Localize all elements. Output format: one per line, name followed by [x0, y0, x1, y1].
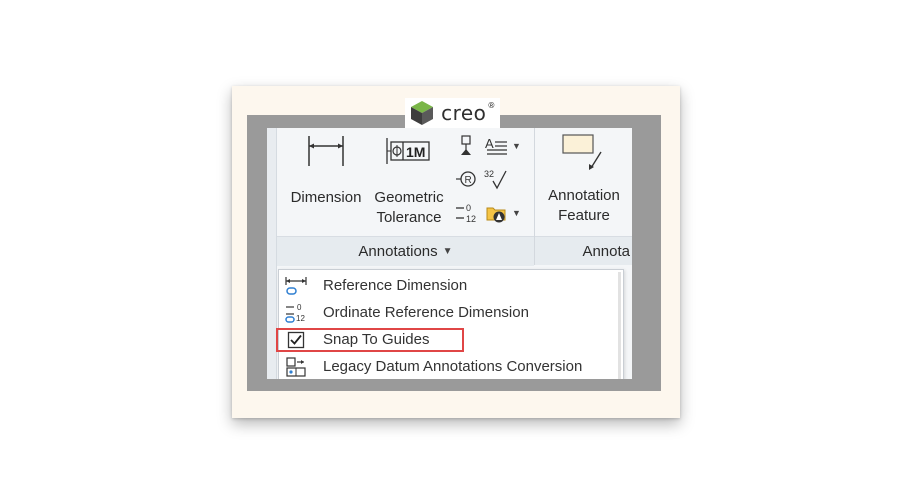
geometric-tolerance-label-line2: Tolerance	[376, 209, 442, 226]
legacy-datum-conversion-icon	[281, 353, 311, 379]
svg-text:0: 0	[466, 203, 471, 213]
menu-item-legacy-datum-annotations-conversion[interactable]: Legacy Datum Annotations Conversion	[279, 353, 623, 379]
menu-item-label: Legacy Datum Annotations Conversion	[323, 358, 583, 375]
ordinate-dimension-button[interactable]: 0 12	[454, 200, 480, 226]
dimension-icon	[308, 136, 344, 166]
ordinate-reference-dimension-icon: 0 12	[281, 299, 311, 326]
stage: creo® Dimension 1M Geometric Tolerance R…	[0, 0, 906, 503]
snap-to-guides-highlight-box	[276, 328, 464, 352]
svg-text:1M: 1M	[406, 144, 425, 160]
surface-finish-icon: 32	[484, 169, 507, 190]
svg-text:32: 32	[484, 169, 494, 179]
annota-group-label: Annota	[582, 242, 630, 260]
manage-annotations-button[interactable]: ▼	[483, 200, 523, 226]
geometric-tolerance-label-line1: Geometric	[374, 189, 444, 206]
note-dropdown-icon[interactable]: ▼	[512, 141, 521, 151]
svg-text:0: 0	[297, 303, 302, 312]
annotation-feature-button[interactable]: Annotation Feature	[539, 132, 629, 226]
datum-target-button[interactable]	[454, 134, 478, 158]
menu-item-reference-dimension[interactable]: Reference Dimension	[279, 272, 623, 299]
note-button[interactable]: A ▼	[483, 134, 523, 158]
creo-logo: creo®	[405, 98, 500, 128]
ribbon: Dimension 1M Geometric Tolerance R 0 12 …	[267, 128, 632, 379]
folder-annotation-icon	[486, 207, 506, 223]
caret-down-icon: ▼	[442, 246, 453, 257]
menu-item-label: Reference Dimension	[323, 277, 468, 294]
reference-dimension-icon	[281, 272, 311, 299]
annotation-feature-icon	[562, 134, 602, 170]
menu-item-ordinate-reference-dimension[interactable]: 0 12 Ordinate Reference Dimension	[279, 299, 623, 326]
geometric-tolerance-icon: 1M	[386, 138, 430, 164]
annotations-group-dropdown[interactable]: Annotations ▼	[277, 236, 534, 266]
ordinate-dimension-icon: 0 12	[456, 203, 476, 224]
svg-text:A: A	[485, 136, 494, 151]
note-icon: A	[485, 136, 508, 155]
symbol-icon: R	[456, 171, 476, 187]
annotations-group-label: Annotations	[358, 243, 438, 260]
svg-text:12: 12	[466, 214, 476, 224]
svg-text:R: R	[465, 175, 472, 186]
annotation-feature-label-line2: Feature	[558, 207, 610, 224]
dimension-button[interactable]: Dimension	[287, 134, 365, 208]
manage-annotations-dropdown-icon[interactable]: ▼	[512, 208, 521, 218]
symbol-button[interactable]: R	[454, 166, 480, 192]
annotations-dropdown-menu: Reference Dimension 0 12 Ordinate Refere…	[278, 269, 624, 379]
creo-logo-text: creo®	[441, 101, 496, 125]
svg-text:12: 12	[296, 314, 305, 323]
datum-target-icon	[461, 135, 471, 155]
menu-item-label: Ordinate Reference Dimension	[323, 304, 529, 321]
dimension-label: Dimension	[290, 189, 362, 206]
geometric-tolerance-button[interactable]: 1M Geometric Tolerance	[368, 134, 450, 228]
surface-finish-button[interactable]: 32	[483, 166, 509, 192]
annota-group-tab[interactable]: Annota	[535, 236, 632, 265]
creo-cube-icon	[411, 101, 434, 125]
annotation-feature-label-line1: Annotation	[548, 187, 620, 204]
